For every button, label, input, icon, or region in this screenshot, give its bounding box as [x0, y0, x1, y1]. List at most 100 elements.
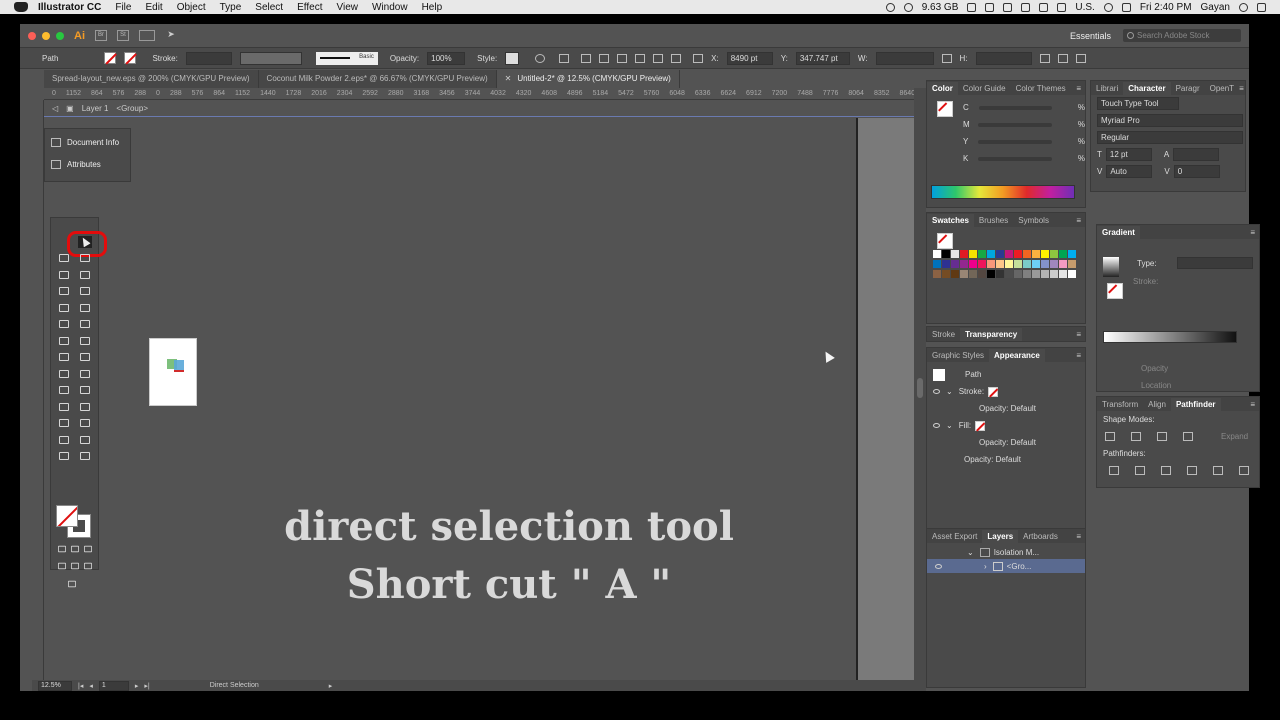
stroke-label[interactable]: Stroke: — [152, 54, 177, 63]
clock[interactable]: Fri 2:40 PM — [1140, 2, 1192, 13]
tab-swatches[interactable]: Swatches — [927, 213, 974, 227]
symbol-sprayer-tool-icon[interactable] — [57, 417, 71, 429]
variable-width-profile[interactable] — [239, 51, 302, 65]
stroke-opacity-row[interactable]: Opacity: Default — [927, 400, 1085, 417]
tab-color-guide[interactable]: Color Guide — [958, 82, 1011, 95]
menu-view[interactable]: View — [336, 2, 358, 13]
swatch-cell[interactable] — [951, 270, 959, 278]
panel-menu-icon[interactable]: ≡ — [1076, 351, 1081, 360]
swatch-cell[interactable] — [960, 250, 968, 258]
swatch-cell[interactable] — [969, 260, 977, 268]
user-name[interactable]: Gayan — [1201, 2, 1230, 13]
panel-menu-icon[interactable]: ≡ — [1076, 330, 1081, 339]
menu-select[interactable]: Select — [255, 2, 283, 13]
swatch-cell[interactable] — [1059, 270, 1067, 278]
channel-c-slider[interactable] — [978, 105, 1052, 110]
swatch-grid[interactable] — [933, 250, 1076, 298]
swatch-cell[interactable] — [1032, 260, 1040, 268]
tab-symbols[interactable]: Symbols — [1013, 214, 1054, 227]
next-artboard-icon[interactable]: ▸ — [135, 682, 139, 690]
swatch-cell[interactable] — [960, 260, 968, 268]
swatch-cell[interactable] — [996, 260, 1004, 268]
menu-effect[interactable]: Effect — [297, 2, 322, 13]
expand-chevron-icon[interactable]: ⌄ — [946, 421, 953, 430]
swatch-fill-stroke-icon[interactable] — [937, 233, 953, 249]
align-left-icon[interactable] — [581, 53, 592, 63]
swatch-cell[interactable] — [1005, 250, 1013, 258]
swatch-cell[interactable] — [996, 270, 1004, 278]
shape-builder-tool-icon[interactable] — [57, 368, 71, 380]
align-top-icon[interactable] — [635, 53, 646, 63]
swatch-cell[interactable] — [1041, 260, 1049, 268]
x-field[interactable]: 8490 pt — [726, 51, 773, 65]
draw-normal-icon[interactable] — [56, 561, 67, 571]
first-artboard-icon[interactable]: |◂ — [78, 682, 83, 690]
brush-definition[interactable]: Basic — [315, 51, 378, 65]
stock-button[interactable]: St — [117, 30, 129, 41]
fill-opacity-row[interactable]: Opacity: Default — [927, 434, 1085, 451]
touch-type-button[interactable]: Touch Type Tool — [1097, 97, 1179, 110]
swatch-cell[interactable] — [987, 270, 995, 278]
fill-none-swatch[interactable] — [975, 420, 986, 431]
font-size-field[interactable]: 12 pt — [1105, 148, 1152, 161]
swatch-cell[interactable] — [1014, 260, 1022, 268]
grammarly-icon[interactable] — [967, 2, 977, 12]
control-menu-icon[interactable] — [1075, 53, 1086, 63]
arrange-documents-icon[interactable] — [139, 30, 155, 41]
swatch-cell[interactable] — [969, 250, 977, 258]
notifications-icon[interactable] — [1257, 2, 1266, 12]
channel-k-slider[interactable] — [978, 156, 1052, 161]
transform-icon[interactable] — [1039, 53, 1050, 63]
swatch-cell[interactable] — [1059, 260, 1067, 268]
layer-row-isolation[interactable]: ⌄ Isolation M... — [927, 545, 1085, 559]
swatch-cell[interactable] — [1014, 250, 1022, 258]
appearance-fill-row[interactable]: ⌄ Fill: — [927, 417, 1085, 434]
pasteboard-edge[interactable] — [856, 118, 914, 680]
swatch-cell[interactable] — [951, 250, 959, 258]
apple-icon[interactable] — [14, 2, 28, 12]
eyedropper-tool-icon[interactable] — [57, 401, 71, 413]
y-field[interactable]: 347.747 pt — [795, 51, 850, 65]
expand-chevron-icon[interactable]: ⌄ — [967, 548, 974, 557]
swatch-cell[interactable] — [1023, 260, 1031, 268]
exclude-icon[interactable] — [1183, 432, 1193, 441]
tab-align[interactable]: Align — [1143, 398, 1171, 411]
expand-button[interactable]: Expand — [1221, 432, 1248, 441]
align-right-icon[interactable] — [617, 53, 628, 63]
font-style-field[interactable]: Regular — [1097, 131, 1243, 144]
swatch-cell[interactable] — [942, 270, 950, 278]
channel-y-slider[interactable] — [978, 139, 1052, 144]
tab-pathfinder[interactable]: Pathfinder — [1170, 397, 1221, 411]
red-rectangle[interactable] — [174, 370, 184, 372]
mesh-tool-icon[interactable] — [57, 384, 71, 396]
rotate-tool-icon[interactable] — [57, 335, 71, 347]
tab-opentype[interactable]: OpenT — [1205, 82, 1239, 95]
swatch-cell[interactable] — [1014, 270, 1022, 278]
size-row[interactable]: T 12 pt A — [1091, 146, 1245, 163]
search-icon[interactable] — [1239, 2, 1248, 12]
font-row[interactable]: Myriad Pro — [1091, 112, 1245, 129]
swatch-cell[interactable] — [1059, 250, 1067, 258]
fill-swatch[interactable] — [104, 52, 117, 64]
magic-wand-tool-icon[interactable] — [57, 252, 71, 264]
swatch-cell[interactable] — [1005, 260, 1013, 268]
isolate-icon[interactable] — [1057, 53, 1068, 63]
swatch-cell[interactable] — [960, 270, 968, 278]
appearance-path-row[interactable]: Path — [927, 366, 1085, 383]
minus-front-icon[interactable] — [1131, 432, 1141, 441]
outline-icon[interactable] — [1213, 466, 1223, 475]
perspective-grid-tool-icon[interactable] — [78, 368, 92, 380]
channel-y[interactable]: Y% — [957, 133, 1085, 150]
isolation-layer[interactable]: Layer 1 — [82, 104, 109, 113]
curvature-tool-icon[interactable] — [78, 269, 92, 281]
last-artboard-icon[interactable]: ▸| — [144, 682, 149, 690]
tab-gradient[interactable]: Gradient — [1097, 225, 1140, 239]
unite-icon[interactable] — [1105, 432, 1115, 441]
swatch-cell[interactable] — [987, 260, 995, 268]
w-field[interactable] — [875, 51, 934, 65]
back-arrow-icon[interactable]: ◁ — [52, 104, 58, 113]
h-field[interactable] — [975, 51, 1032, 65]
gradient-thumbnail[interactable] — [1103, 257, 1119, 277]
fill-box[interactable] — [56, 505, 78, 527]
panel-menu-icon[interactable]: ≡ — [1250, 228, 1255, 237]
